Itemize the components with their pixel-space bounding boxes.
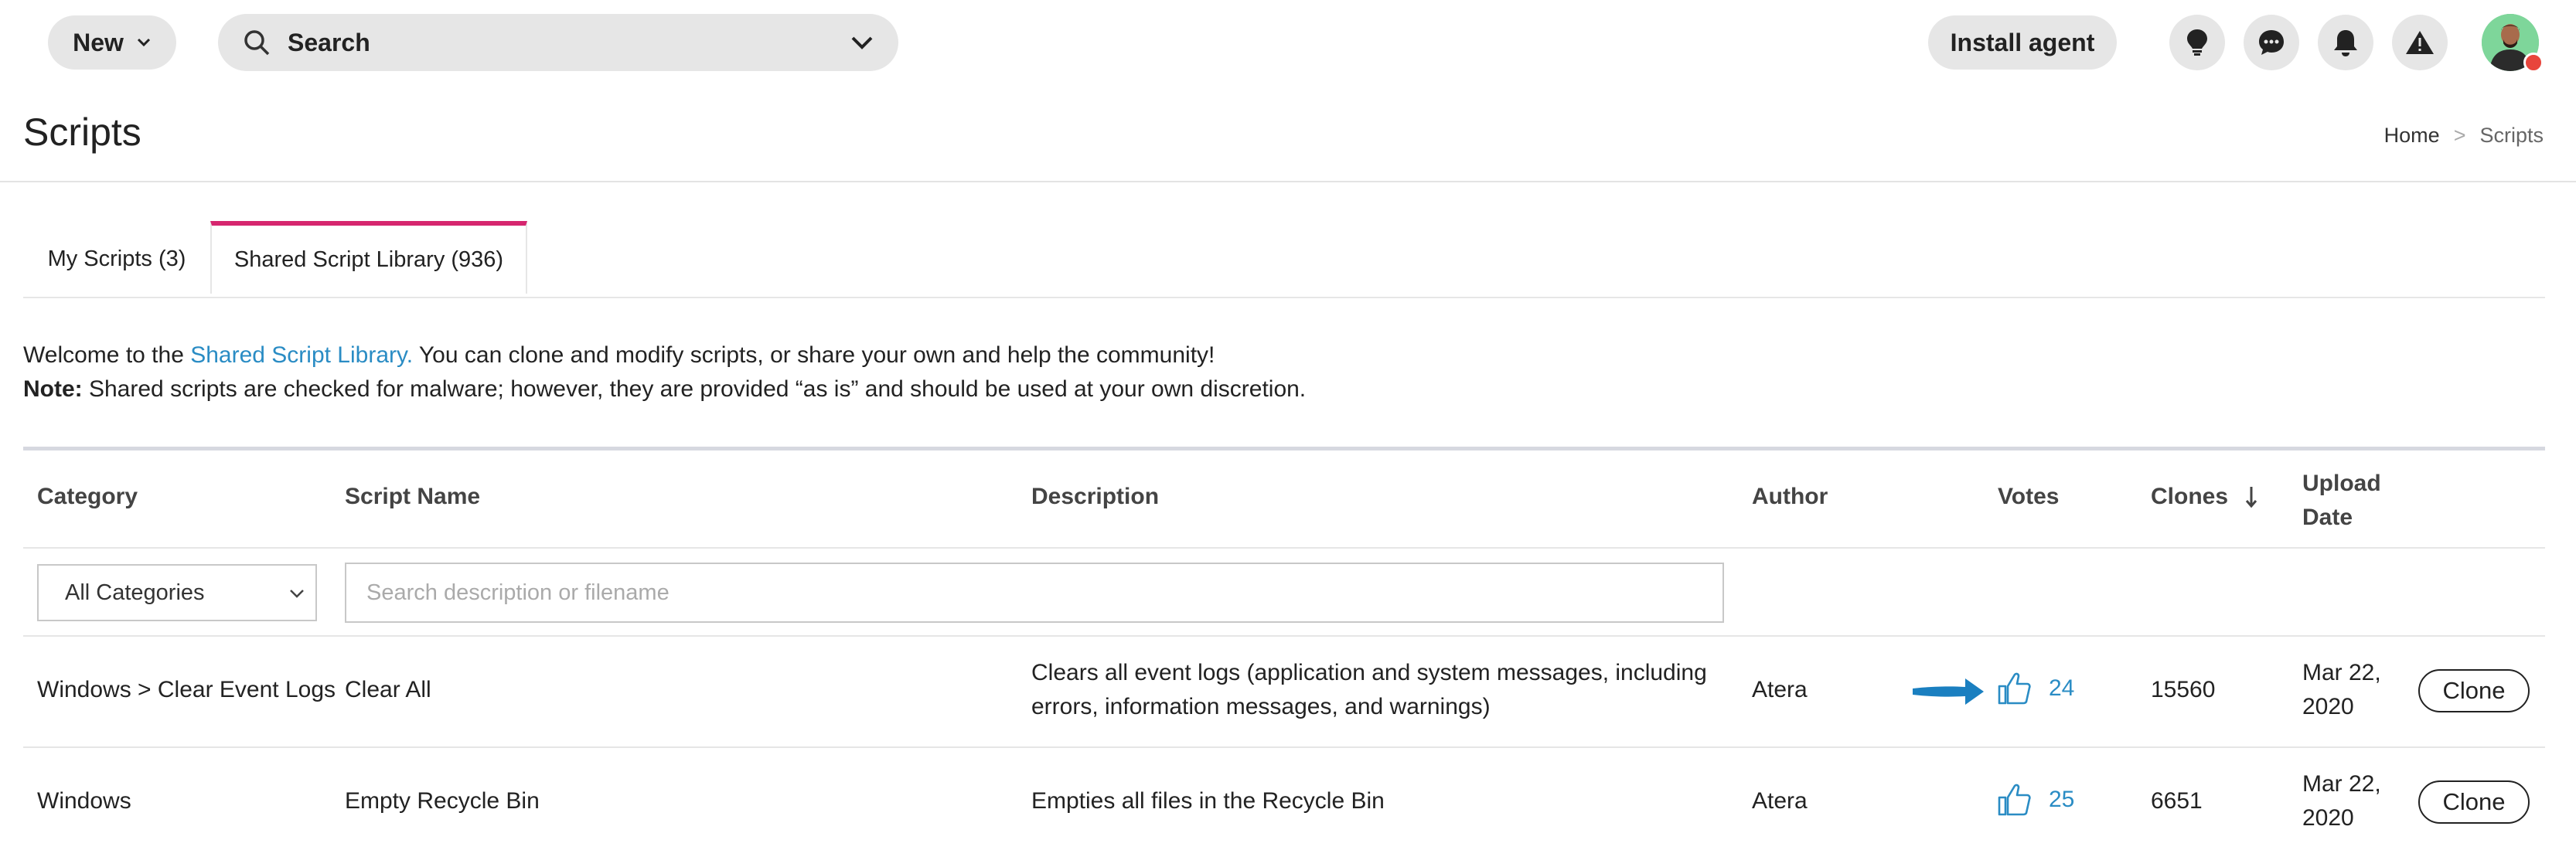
tab-bar: My Scripts (3) Shared Script Library (93… xyxy=(23,221,2545,298)
install-agent-label: Install agent xyxy=(1950,28,2095,56)
clone-button[interactable]: Clone xyxy=(2418,780,2530,824)
row-author: Atera xyxy=(1752,677,1808,702)
row-clones: 6651 xyxy=(2151,788,2203,814)
lightbulb-icon xyxy=(2187,29,2207,56)
header-clones-label: Clones xyxy=(2151,484,2229,509)
vote-count: 25 xyxy=(2049,787,2075,812)
welcome-prefix: Welcome to the xyxy=(23,342,191,368)
tips-button[interactable] xyxy=(2169,15,2225,70)
row-category: Windows xyxy=(37,788,131,814)
status-badge xyxy=(2523,53,2544,73)
sort-down-icon xyxy=(2245,487,2257,508)
row-description-line: errors, information messages, and warnin… xyxy=(1031,694,1491,719)
header-upload-label: Upload xyxy=(2302,471,2381,496)
header-votes[interactable]: Votes xyxy=(1998,484,2059,510)
row-author: Atera xyxy=(1752,788,1808,814)
row-divider xyxy=(23,547,2545,549)
row-divider xyxy=(23,635,2545,637)
row-script-name: Clear All xyxy=(345,677,431,702)
thumbs-up-icon xyxy=(1998,672,2031,705)
row-upload-date: Mar 22, 2020 xyxy=(2302,767,2381,835)
chevron-down-icon[interactable] xyxy=(849,31,875,54)
alerts-button[interactable] xyxy=(2392,15,2448,70)
tab-label: Shared Script Library (936) xyxy=(233,246,504,272)
vote-control[interactable]: 24 xyxy=(1996,671,2074,706)
header-clones[interactable]: Clones xyxy=(2151,484,2257,510)
category-filter-select[interactable]: All Categories xyxy=(37,564,317,621)
row-upload-date: Mar 22, 2020 xyxy=(2302,656,2381,724)
notifications-button[interactable] xyxy=(2318,15,2373,70)
welcome-suffix: You can clone and modify scripts, or sha… xyxy=(413,342,1215,368)
page-title: Scripts xyxy=(23,110,141,154)
row-date-line: Mar 22, xyxy=(2302,771,2381,797)
row-script-name: Empty Recycle Bin xyxy=(345,788,540,814)
clone-button-label: Clone xyxy=(2442,677,2506,704)
arrow-right-icon xyxy=(1913,678,1984,705)
tab-label: My Scripts (3) xyxy=(47,246,186,271)
bell-icon xyxy=(2334,30,2357,56)
new-button[interactable]: New xyxy=(48,15,176,70)
script-search-input[interactable] xyxy=(345,563,1724,623)
header-divider xyxy=(0,181,2576,182)
welcome-line: Welcome to the Shared Script Library. Yo… xyxy=(23,338,1306,372)
row-category: Windows > Clear Event Logs xyxy=(37,677,336,702)
row-date-line: Mar 22, xyxy=(2302,660,2381,685)
vote-count: 24 xyxy=(2049,675,2075,701)
row-date-line: 2020 xyxy=(2302,694,2354,719)
table-top-border xyxy=(23,447,2545,450)
shared-library-link[interactable]: Shared Script Library. xyxy=(190,342,413,368)
row-clones: 15560 xyxy=(2151,677,2216,702)
row-description: Clears all event logs (application and s… xyxy=(1031,656,1707,724)
header-description[interactable]: Description xyxy=(1031,484,1159,510)
breadcrumb-home[interactable]: Home xyxy=(2384,124,2440,148)
chat-button[interactable] xyxy=(2244,15,2299,70)
global-search[interactable]: Search xyxy=(218,14,898,71)
breadcrumb-current: Scripts xyxy=(2479,124,2544,147)
header-script-name[interactable]: Script Name xyxy=(345,484,480,510)
row-description: Empties all files in the Recycle Bin xyxy=(1031,788,1385,814)
breadcrumb: Home > Scripts xyxy=(2384,124,2544,148)
row-divider xyxy=(23,746,2545,748)
breadcrumb-separator: > xyxy=(2453,124,2466,147)
category-filter-value: All Categories xyxy=(65,580,205,605)
clone-button-label: Clone xyxy=(2442,788,2506,815)
note-label: Note: xyxy=(23,376,83,402)
header-upload-date[interactable]: Upload Date xyxy=(2302,467,2381,535)
new-button-label: New xyxy=(73,28,124,56)
intro-text: Welcome to the Shared Script Library. Yo… xyxy=(23,338,1306,406)
chevron-down-icon xyxy=(137,38,150,47)
row-description-line: Clears all event logs (application and s… xyxy=(1031,660,1707,685)
top-bar: New Search Install agent xyxy=(0,0,2576,83)
tab-shared-script-library[interactable]: Shared Script Library (936) xyxy=(210,221,527,294)
alert-icon xyxy=(2406,31,2434,54)
row-date-line: 2020 xyxy=(2302,805,2354,831)
note-text: Shared scripts are checked for malware; … xyxy=(82,376,1307,402)
tab-my-scripts[interactable]: My Scripts (3) xyxy=(23,221,210,297)
search-label: Search xyxy=(288,28,370,56)
header-date-label: Date xyxy=(2302,505,2353,530)
chevron-down-icon xyxy=(290,590,304,598)
install-agent-button[interactable]: Install agent xyxy=(1928,15,2117,70)
search-icon xyxy=(244,30,270,56)
header-category[interactable]: Category xyxy=(37,484,138,510)
chat-icon xyxy=(2259,30,2284,55)
header-author[interactable]: Author xyxy=(1752,484,1828,510)
clone-button[interactable]: Clone xyxy=(2418,669,2530,712)
thumbs-up-icon xyxy=(1998,784,2031,816)
vote-control[interactable]: 25 xyxy=(1996,782,2074,818)
note-line: Note: Shared scripts are checked for mal… xyxy=(23,372,1306,406)
